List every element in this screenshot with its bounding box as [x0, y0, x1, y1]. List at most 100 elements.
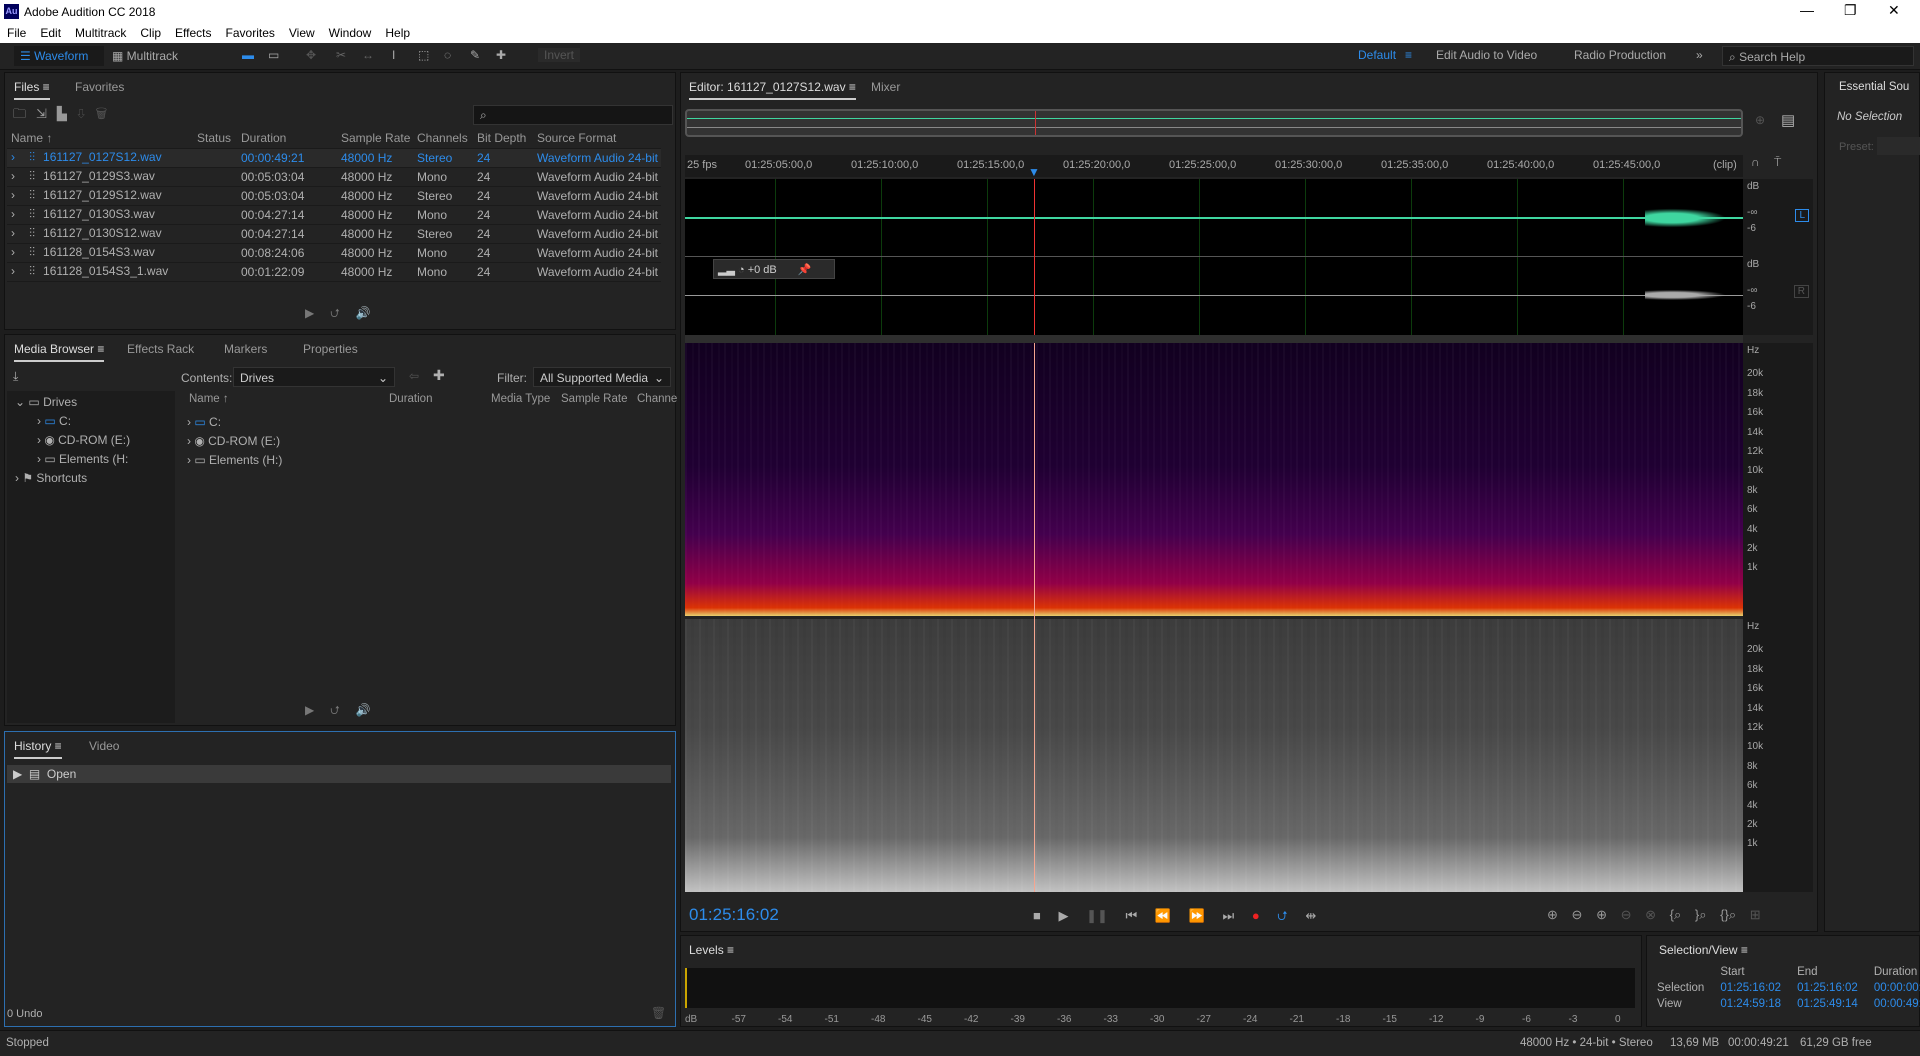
spectral-display-left[interactable]: [685, 343, 1743, 616]
multitrack-view-button[interactable]: ▦ Multitrack: [112, 49, 178, 63]
menu-file[interactable]: File: [0, 23, 33, 43]
hud-gain-control[interactable]: ▂▃ ◔ +0 dB 📌: [713, 259, 835, 279]
play-icon[interactable]: ▶: [305, 306, 330, 320]
overview-zoom-bar[interactable]: [685, 109, 1743, 137]
zoom-in-amplitude-icon[interactable]: ⊕: [1547, 907, 1558, 922]
col-source-format[interactable]: Source Format: [533, 129, 661, 149]
zoom-in-point-icon[interactable]: {⌕: [1670, 907, 1682, 922]
playhead[interactable]: [1034, 343, 1035, 892]
invert-button[interactable]: Invert: [538, 48, 581, 62]
move-tool-icon[interactable]: ✥: [306, 48, 316, 62]
col-bit-depth[interactable]: Bit Depth: [473, 129, 533, 149]
menu-favorites[interactable]: Favorites: [219, 23, 282, 43]
more-workspaces-button[interactable]: »: [1696, 48, 1703, 62]
loop-icon[interactable]: ⮍: [330, 306, 356, 320]
selection-end[interactable]: 01:25:16:02: [1789, 980, 1866, 996]
waveform-display[interactable]: ▂▃ ◔ +0 dB 📌: [685, 179, 1743, 335]
media-row[interactable]: › ◉ CD-ROM (E:): [187, 434, 280, 448]
spectral-display-icon[interactable]: ▬: [242, 48, 254, 62]
tree-shortcuts[interactable]: › ⚑ Shortcuts: [15, 471, 87, 485]
skip-selection-icon[interactable]: ⇹: [1305, 908, 1316, 923]
skip-end-icon[interactable]: ⏭: [1222, 908, 1234, 923]
menu-help[interactable]: Help: [378, 23, 417, 43]
add-shortcut-icon[interactable]: ✚: [433, 367, 445, 384]
loop-icon[interactable]: ⮍: [330, 703, 356, 717]
zoom-reset-icon[interactable]: ⊞: [1750, 907, 1761, 922]
menu-multitrack[interactable]: Multitrack: [68, 23, 133, 43]
tree-cdrom[interactable]: › ◉ CD-ROM (E:): [37, 433, 130, 447]
back-icon[interactable]: ⇦: [409, 369, 419, 383]
insert-icon[interactable]: ⇩: [77, 106, 96, 121]
pitch-display-icon[interactable]: ▭: [268, 48, 279, 62]
panel-options-icon[interactable]: ▤: [1781, 111, 1795, 129]
view-splitter[interactable]: [685, 335, 1743, 343]
time-selection-tool-icon[interactable]: I: [392, 48, 395, 62]
menu-clip[interactable]: Clip: [133, 23, 168, 43]
tab-history[interactable]: History ≡: [14, 739, 62, 759]
filter-dropdown[interactable]: All Supported Media ⌄: [533, 367, 671, 387]
view-end[interactable]: 01:25:49:14: [1789, 996, 1866, 1012]
open-folder-icon[interactable]: 🗀: [13, 106, 36, 121]
lasso-tool-icon[interactable]: ◌: [444, 48, 451, 62]
file-row[interactable]: › ⫶⫶ 161127_0127S12.wav 00:00:49:21 48000 Hz…: [7, 148, 661, 168]
zoom-out-amplitude-icon[interactable]: ⊖: [1572, 907, 1583, 922]
maximize-button[interactable]: ❐: [1844, 2, 1857, 19]
view-start[interactable]: 01:24:59:18: [1712, 996, 1789, 1012]
tab-files[interactable]: Files ≡: [14, 80, 50, 100]
snap-icon[interactable]: ∩: [1751, 155, 1760, 169]
brush-tool-icon[interactable]: ✎: [470, 48, 480, 62]
search-help-input[interactable]: ⌕ Search Help: [1722, 46, 1914, 66]
tab-properties[interactable]: Properties: [303, 342, 358, 356]
autoplay-icon[interactable]: 🔊: [356, 306, 387, 320]
files-search-input[interactable]: ⌕: [473, 105, 673, 125]
zoom-out-full-icon[interactable]: ⊖: [1621, 907, 1632, 922]
contents-dropdown[interactable]: Drives ⌄: [233, 367, 395, 387]
spectral-display-right[interactable]: [685, 619, 1743, 892]
insert-media-icon[interactable]: ⤓: [13, 369, 18, 384]
menu-edit[interactable]: Edit: [33, 23, 68, 43]
col-duration[interactable]: Duration: [237, 129, 337, 149]
col-sample-rate[interactable]: Sample Rate: [561, 393, 627, 405]
timeline-ruler[interactable]: 25 fps (clip) 01:25:05:00,0 01:25:10:00,0…: [685, 155, 1743, 179]
file-row[interactable]: › ⫶⫶ 161128_0154S3_1.wav 00:01:22:09 48000 H…: [7, 262, 661, 282]
workspace-default[interactable]: Default: [1358, 48, 1396, 62]
col-media-type[interactable]: Media Type: [491, 393, 550, 405]
zoom-in-time-icon[interactable]: ⊕: [1596, 907, 1607, 922]
channel-r-toggle[interactable]: R: [1793, 285, 1809, 298]
zoom-selection-icon[interactable]: ⊗: [1645, 907, 1656, 922]
tab-markers[interactable]: Markers: [224, 342, 267, 356]
pause-icon[interactable]: ❚❚: [1086, 908, 1108, 923]
file-row[interactable]: › ⫶⫶ 161127_0130S12.wav 00:04:27:14 48000 Hz…: [7, 224, 661, 244]
workspace-radio-production[interactable]: Radio Production: [1574, 48, 1666, 62]
col-name[interactable]: Name ↑: [7, 129, 193, 149]
autoplay-icon[interactable]: 🔊: [356, 703, 387, 717]
preset-dropdown[interactable]: [1877, 137, 1920, 155]
tree-elements[interactable]: › ▭ Elements (H:: [37, 452, 128, 466]
menu-view[interactable]: View: [282, 23, 322, 43]
tab-mixer[interactable]: Mixer: [871, 80, 900, 94]
zoom-both-icon[interactable]: {}⌕: [1720, 907, 1736, 922]
tab-editor[interactable]: Editor: 161127_0127S12.wav ≡: [689, 80, 856, 100]
zoom-to-selection-icon[interactable]: ⊕: [1755, 113, 1765, 127]
minimize-button[interactable]: —: [1800, 2, 1814, 18]
col-sample-rate[interactable]: Sample Rate: [337, 129, 413, 149]
loop-icon[interactable]: ⮍: [1277, 908, 1287, 923]
fast-forward-icon[interactable]: ⏩: [1189, 908, 1205, 923]
tab-media-browser[interactable]: Media Browser ≡: [14, 342, 105, 362]
file-row[interactable]: › ⫶⫶ 161128_0154S3.wav 00:08:24:06 48000 Hz M…: [7, 243, 661, 263]
essential-sound-title[interactable]: Essential Sou: [1839, 81, 1909, 93]
media-row[interactable]: › ▭ C:: [187, 415, 221, 429]
col-status[interactable]: Status: [193, 129, 237, 149]
tab-favorites[interactable]: Favorites: [75, 80, 124, 94]
razor-tool-icon[interactable]: ✂: [336, 48, 346, 62]
media-row[interactable]: › ▭ Elements (H:): [187, 453, 282, 467]
menu-effects[interactable]: Effects: [168, 23, 218, 43]
workspace-edit-audio-to-video[interactable]: Edit Audio to Video: [1436, 48, 1537, 62]
stop-icon[interactable]: ■: [1033, 908, 1041, 923]
menu-window[interactable]: Window: [322, 23, 379, 43]
file-row[interactable]: › ⫶⫶ 161127_0129S3.wav 00:05:03:04 48000 Hz M…: [7, 167, 661, 187]
history-item[interactable]: ▶ ▤ Open: [7, 765, 671, 783]
file-row[interactable]: › ⫶⫶ 161127_0130S3.wav 00:04:27:14 48000 Hz M…: [7, 205, 661, 225]
workspace-menu-icon[interactable]: ≡: [1405, 48, 1412, 62]
zoom-out-point-icon[interactable]: }⌕: [1695, 907, 1707, 922]
